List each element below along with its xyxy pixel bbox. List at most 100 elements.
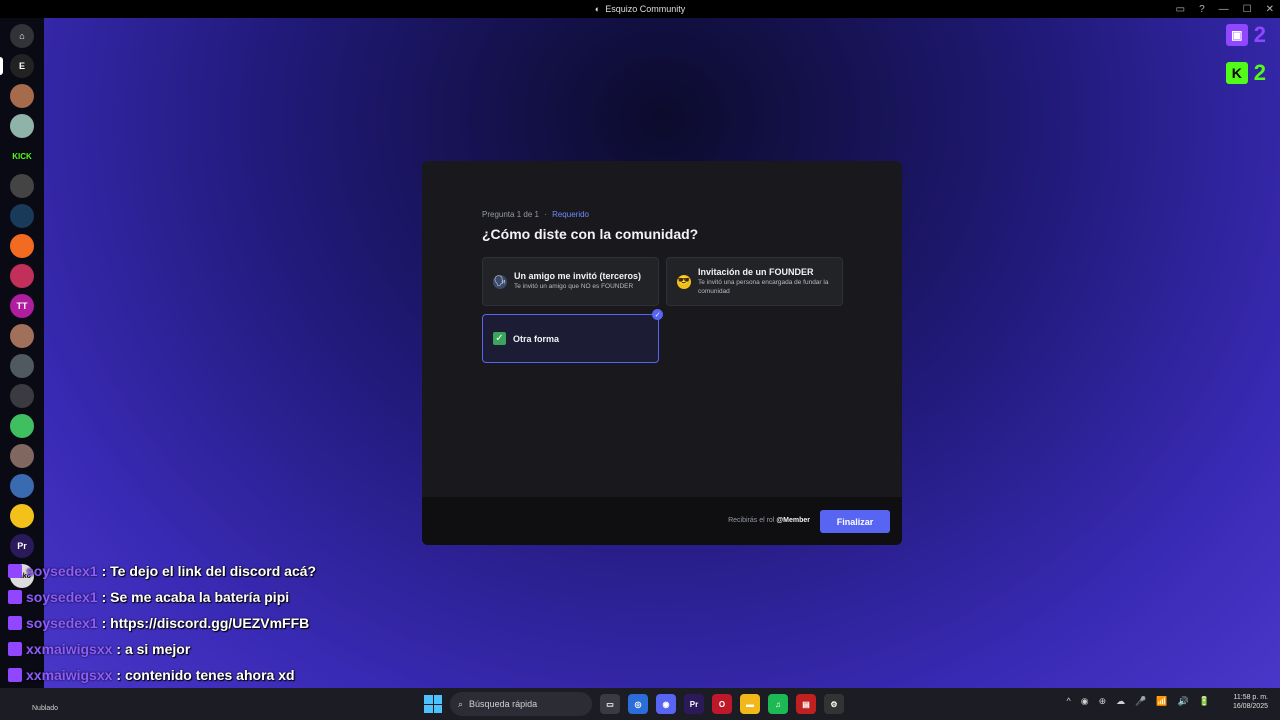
server-icon-server-8[interactable] xyxy=(10,264,34,288)
system-tray: ^ ◉ ⊕ ☁ 🎤 📶 🔊 🔋 xyxy=(1066,696,1210,707)
option-other[interactable]: ✓ Otra forma ✓ xyxy=(482,309,663,363)
selected-check-icon: ✓ xyxy=(652,309,663,320)
question-meta: Pregunta 1 de 1 · Requerido xyxy=(482,210,589,219)
steam-tray-icon[interactable]: ⊕ xyxy=(1099,696,1107,707)
twitch-count: 2 xyxy=(1253,22,1266,47)
weather-label[interactable]: Nublado xyxy=(32,705,58,712)
server-icon-server-11[interactable] xyxy=(10,354,34,378)
chat-message: : a si mejor xyxy=(116,641,191,657)
taskbar: Nublado ⌕ Búsqueda rápida ▭ ◎ ◉ Pr O ▬ ♫ ▤ ⚙ ^ ◉ ⊕… xyxy=(0,688,1280,720)
chat-line: soysedex1: Se me acaba la batería pipi xyxy=(8,584,316,610)
premiere-app-icon[interactable]: Pr xyxy=(684,694,704,714)
server-icon-kick[interactable]: KICK xyxy=(10,144,34,168)
title-bar: ◐ Esquizo Community ▭ ? — ☐ ✕ xyxy=(0,0,1280,18)
checkmark-icon: ✓ xyxy=(493,332,506,345)
twitch-badge-icon xyxy=(8,668,22,682)
spotify-app-icon[interactable]: ♫ xyxy=(768,694,788,714)
onboarding-modal: Pregunta 1 de 1 · Requerido ¿Cómo diste … xyxy=(422,161,902,545)
volume-icon[interactable]: 🔊 xyxy=(1178,696,1189,707)
role-note-text: Recibirás el rol xyxy=(728,517,775,524)
wifi-icon[interactable]: 📶 xyxy=(1156,696,1167,707)
chat-line: soysedex1: Te dejo el link del discord a… xyxy=(8,558,316,584)
option-subtitle: Te invitó un amigo que NO es FOUNDER xyxy=(514,283,634,291)
discord-tray-icon[interactable]: ◉ xyxy=(1081,696,1089,707)
show-hidden-icons-icon[interactable]: ^ xyxy=(1066,696,1070,707)
copilot-app-icon[interactable]: ◎ xyxy=(628,694,648,714)
server-icon-server-6[interactable] xyxy=(10,204,34,228)
taskbar-center: ⌕ Búsqueda rápida ▭ ◎ ◉ Pr O ▬ ♫ ▤ ⚙ xyxy=(424,692,844,716)
server-icon-server-14[interactable] xyxy=(10,444,34,468)
search-icon: ⌕ xyxy=(458,698,464,709)
kick-count: 2 xyxy=(1253,60,1266,85)
option-title: Un amigo me invitó (terceros) xyxy=(514,271,642,282)
twitch-viewer-counter: ▣ 2 xyxy=(1225,22,1266,48)
server-icon-server-10[interactable] xyxy=(10,324,34,348)
kick-viewer-counter: K 2 xyxy=(1225,60,1266,86)
media-app-icon[interactable]: ▤ xyxy=(796,694,816,714)
sunglasses-icon: 😎 xyxy=(677,274,691,289)
steam-app-icon[interactable]: ⚙ xyxy=(824,694,844,714)
chat-line: xxmaiwigsxx: contenido tenes ahora xd xyxy=(8,662,316,688)
server-icon-server-12[interactable] xyxy=(10,384,34,408)
option-friend-invite[interactable]: 🗣 Un amigo me invitó (terceros) Te invit… xyxy=(482,257,659,306)
server-icon-server-17[interactable]: Pr xyxy=(10,534,34,558)
chat-message: : Se me acaba la batería pipi xyxy=(101,589,290,605)
role-note: Recibirás el rol @Member xyxy=(728,517,810,524)
minimize-button[interactable]: — xyxy=(1219,4,1229,15)
chat-message: : Te dejo el link del discord acá? xyxy=(101,563,317,579)
server-icon-server-5[interactable] xyxy=(10,174,34,198)
twitch-badge-icon xyxy=(8,590,22,604)
file-explorer-app-icon[interactable]: ▭ xyxy=(600,694,620,714)
maximize-button[interactable]: ☐ xyxy=(1243,4,1252,15)
speaking-icon: 🗣 xyxy=(493,274,507,289)
server-icon-server-15[interactable] xyxy=(10,474,34,498)
chat-username: soysedex1 xyxy=(26,563,98,579)
server-icon-server-2[interactable] xyxy=(10,84,34,108)
twitch-badge-icon xyxy=(8,616,22,630)
modal-footer: Recibirás el rol @Member Finalizar xyxy=(422,497,902,545)
kick-icon: K xyxy=(1225,62,1248,84)
battery-icon[interactable]: 🔋 xyxy=(1199,696,1210,707)
chat-username: xxmaiwigsxx xyxy=(26,641,113,657)
meta-separator: · xyxy=(544,210,547,219)
chat-line: soysedex1: https://discord.gg/UEZVmFFB xyxy=(8,610,316,636)
server-icon-server-13[interactable] xyxy=(10,414,34,438)
taskbar-clock[interactable]: 11:58 p. m. 16/08/2025 xyxy=(1233,693,1268,712)
app-logo-icon: ◐ xyxy=(594,4,601,14)
folders-app-icon[interactable]: ▬ xyxy=(740,694,760,714)
discord-app-icon[interactable]: ◉ xyxy=(656,694,676,714)
question-title: ¿Cómo diste con la comunidad? xyxy=(482,226,699,242)
windows-start-icon[interactable] xyxy=(424,695,442,713)
twitch-icon: ▣ xyxy=(1225,24,1248,46)
selected-server-indicator xyxy=(0,57,3,75)
clock-date: 16/08/2025 xyxy=(1232,703,1268,711)
chat-username: soysedex1 xyxy=(26,615,98,631)
help-icon[interactable]: ? xyxy=(1199,4,1205,15)
chat-message: : contenido tenes ahora xd xyxy=(116,667,295,683)
finish-button[interactable]: Finalizar xyxy=(820,510,890,533)
server-icon-server-3[interactable] xyxy=(10,114,34,138)
cloud-icon[interactable]: ☁ xyxy=(1116,696,1125,707)
option-title: Invitación de un FOUNDER xyxy=(698,267,814,278)
question-step: Pregunta 1 de 1 xyxy=(482,210,539,219)
clock-time: 11:58 p. m. xyxy=(1233,694,1268,701)
microphone-icon[interactable]: 🎤 xyxy=(1135,696,1146,707)
required-label: Requerido xyxy=(552,210,589,219)
close-button[interactable]: ✕ xyxy=(1266,4,1274,15)
server-icon-discord-home[interactable]: ⌂ xyxy=(10,24,34,48)
server-icon-server-16[interactable] xyxy=(10,504,34,528)
server-icon-server-9[interactable]: TT xyxy=(10,294,34,318)
taskbar-search[interactable]: ⌕ Búsqueda rápida xyxy=(450,692,592,716)
window-title: Esquizo Community xyxy=(605,4,686,14)
server-icon-server-7[interactable] xyxy=(10,234,34,258)
opera-app-icon[interactable]: O xyxy=(712,694,732,714)
chat-username: xxmaiwigsxx xyxy=(26,667,113,683)
twitch-badge-icon xyxy=(8,564,22,578)
chat-message: : https://discord.gg/UEZVmFFB xyxy=(101,615,310,631)
option-founder-invite[interactable]: 😎 Invitación de un FOUNDER Te invitó una… xyxy=(666,257,843,306)
option-title: Otra forma xyxy=(513,333,560,344)
inbox-icon[interactable]: ▭ xyxy=(1176,4,1185,15)
chat-username: soysedex1 xyxy=(26,589,98,605)
server-icon-esquizo[interactable]: E xyxy=(10,54,34,78)
role-name: @Member xyxy=(776,517,810,524)
